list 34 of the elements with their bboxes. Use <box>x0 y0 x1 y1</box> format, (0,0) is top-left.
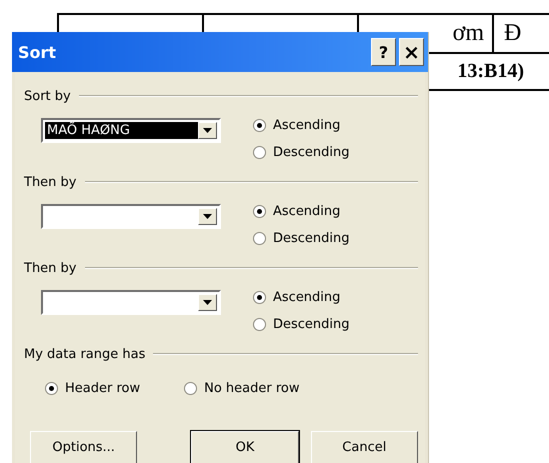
radio-label[interactable]: Ascending <box>273 204 340 219</box>
radio-button[interactable] <box>253 291 266 304</box>
help-button[interactable]: ? <box>371 38 396 66</box>
dropdown-arrow-icon <box>203 300 212 305</box>
radio-label[interactable]: Ascending <box>273 118 340 133</box>
radio-label[interactable]: Header row <box>65 380 140 396</box>
sort-field-dropdown[interactable]: MAÕ HAØNG <box>41 118 221 143</box>
radio-button[interactable] <box>253 119 266 132</box>
radio-button[interactable] <box>253 205 266 218</box>
dropdown-arrow-icon <box>203 214 212 219</box>
radio-label[interactable]: Ascending <box>273 290 340 305</box>
radio-label[interactable]: Descending <box>273 231 350 246</box>
radio-button[interactable] <box>253 146 266 159</box>
radio-button[interactable] <box>253 318 266 331</box>
table-cell: 13:B14) <box>457 60 524 83</box>
options-button[interactable]: Options... <box>30 431 138 463</box>
sort-field-dropdown[interactable] <box>41 290 221 315</box>
ok-button[interactable]: OK <box>191 431 299 463</box>
cancel-button[interactable]: Cancel <box>310 431 418 463</box>
radio-label[interactable]: Descending <box>273 317 350 332</box>
dropdown-arrow-icon <box>203 128 212 133</box>
group-label: My data range has <box>24 346 146 362</box>
group-label: Then by <box>24 260 76 276</box>
group-label: Sort by <box>24 88 71 104</box>
radio-button[interactable] <box>184 382 198 394</box>
sort-field-dropdown[interactable] <box>41 204 221 229</box>
window-title: Sort <box>18 42 58 62</box>
radio-button[interactable] <box>253 232 266 245</box>
close-button[interactable]: × <box>399 38 424 66</box>
radio-label[interactable]: No header row <box>204 380 300 396</box>
group-label: Then by <box>24 174 76 190</box>
table-cell: Đ <box>494 15 549 54</box>
radio-button[interactable] <box>45 382 58 394</box>
radio-label[interactable]: Descending <box>273 145 350 160</box>
